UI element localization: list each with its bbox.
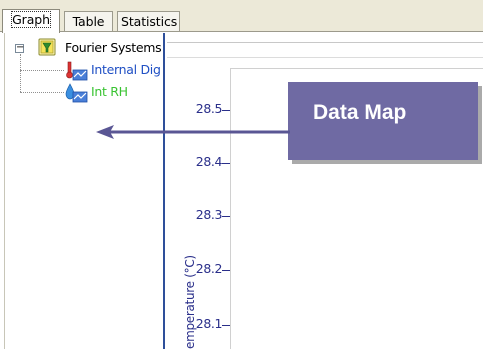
y-tick-label: 28.3 [195, 207, 223, 222]
funnel-logger-icon[interactable] [38, 38, 56, 56]
tab-strip: Graph Table Statistics [0, 0, 483, 33]
tree-item-internal-dig[interactable]: Internal Dig [91, 62, 161, 77]
data-map-callout-text: Data Map [313, 101, 407, 124]
y-tick-mark [222, 163, 230, 164]
humidity-sensor-icon[interactable] [64, 83, 88, 103]
tab-graph-label: Graph [11, 11, 51, 28]
graph-toolbar-strip [167, 42, 483, 58]
tab-table[interactable]: Table [64, 11, 113, 32]
y-tick-mark [222, 270, 230, 271]
tree-connector [20, 92, 64, 93]
y-tick-label: 28.4 [195, 154, 223, 169]
y-tick-mark [222, 216, 230, 217]
tab-graph[interactable]: Graph [2, 9, 60, 33]
y-tick-mark [222, 110, 230, 111]
thermometer-sensor-icon[interactable] [64, 61, 88, 81]
y-axis-title: emperature (°C) [183, 255, 197, 349]
tab-divider [0, 31, 483, 32]
tree-connector [20, 54, 21, 92]
data-map-tree: − Fourier Systems Internal Dig Int RH [4, 33, 165, 349]
screen: Graph Table Statistics − Fourier Systems… [0, 0, 483, 349]
collapse-toggle[interactable]: − [15, 43, 24, 53]
left-arrow-icon [96, 125, 290, 139]
y-tick-mark [222, 325, 230, 326]
tree-connector [20, 70, 64, 71]
tab-statistics-label: Statistics [121, 14, 178, 29]
tab-statistics[interactable]: Statistics [117, 11, 180, 32]
tree-item-int-rh[interactable]: Int RH [91, 84, 128, 99]
tab-table-label: Table [72, 14, 105, 29]
tree-root-label[interactable]: Fourier Systems [65, 40, 162, 55]
y-tick-label: 28.5 [195, 101, 223, 116]
